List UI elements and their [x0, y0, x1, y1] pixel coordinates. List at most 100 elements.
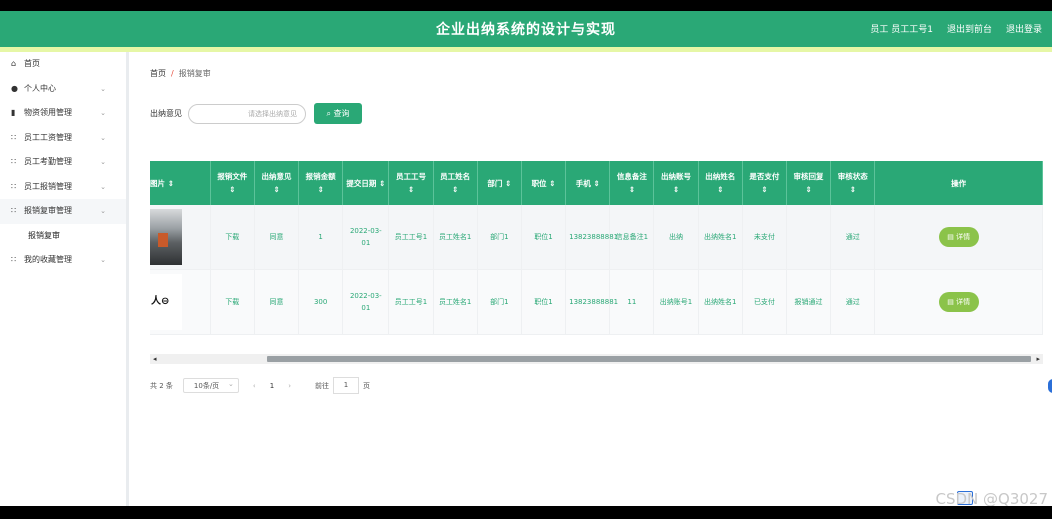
cell-cashier-no: 出纳	[653, 205, 699, 270]
file-download-link[interactable]: 下载	[210, 205, 255, 270]
grid-icon: ∷	[11, 132, 17, 142]
sidebar-item-review[interactable]: 报销复审	[0, 224, 126, 249]
sidebar-item-label: 员工考勤管理	[24, 157, 72, 166]
goto-page-input[interactable]: 1	[333, 377, 359, 394]
cell-position: 职位1	[521, 205, 567, 270]
image-cell: 人⊖	[150, 269, 211, 335]
grid-icon: ∷	[11, 206, 17, 215]
column-header[interactable]: 出纳姓名 ⇕	[698, 161, 743, 205]
search-icon: ⌕	[326, 109, 334, 118]
watermark: CSDN @Q3027	[935, 490, 1048, 506]
main-content: 首页 / 报销复审 出纳意见 请选择出纳意见 ⌕ 查询 图片 ⇕ 报销文件 ⇕ 出纳…	[129, 52, 1052, 506]
sidebar-item-reimbursement[interactable]: ∷ 员工报销管理 ⌄	[0, 175, 126, 200]
column-header[interactable]: 审核状态 ⇕	[830, 161, 876, 205]
scrollbar-thumb[interactable]	[267, 356, 1031, 362]
column-header[interactable]: 图片 ⇕	[150, 161, 211, 205]
user-icon: ●	[11, 83, 18, 93]
sidebar-item-attendance[interactable]: ∷ 员工考勤管理 ⌄	[0, 150, 126, 175]
sidebar-item-label: 我的收藏管理	[24, 255, 72, 264]
sidebar-item-review-management[interactable]: ∷ 报销复审管理 ⌄	[0, 199, 126, 224]
table-row: 下载 同意 1 2022-03-01 员工工号1 员工姓名1 部门1 职位1 1…	[150, 205, 1043, 270]
app-window: 企业出纳系统的设计与实现 员工 员工工号1 退出到前台 退出登录 ⌂ 首页 ● …	[0, 11, 1052, 506]
cell-status: 通过	[830, 205, 876, 270]
cell-actions: ▤ 详情	[874, 269, 1043, 335]
chevron-down-icon: ⌄	[100, 109, 106, 117]
detail-icon: ▤	[947, 233, 957, 241]
sidebar-item-label: 员工工资管理	[24, 132, 72, 142]
scroll-left-icon[interactable]: ◂	[153, 354, 157, 364]
grid-icon: ∷	[11, 255, 17, 264]
user-label: 员工 员工工号1	[870, 25, 933, 35]
chevron-down-icon: ⌄	[100, 158, 106, 166]
sidebar-item-home[interactable]: ⌂ 首页	[0, 52, 126, 77]
table-row: 人⊖ 下载 同意 300 2022-03-01 员工工号1 员工姓名1 部门1 …	[150, 269, 1043, 335]
prev-page-button[interactable]: ‹	[253, 382, 256, 390]
page-number[interactable]: 1	[270, 382, 274, 390]
top-actions: 员工 员工工号1 退出到前台 退出登录	[870, 22, 1042, 35]
column-header[interactable]: 职位 ⇕	[521, 161, 567, 205]
detail-button[interactable]: ▤ 详情	[938, 227, 979, 247]
table-header-row: 图片 ⇕ 报销文件 ⇕ 出纳意见 ⇕ 报销金额 ⇕ 提交日期 ⇕ 员工工号 ⇕ …	[150, 161, 1043, 205]
cell-phone: 13823888881	[565, 205, 618, 270]
goto-unit: 页	[363, 381, 370, 390]
chevron-down-icon: ⌄	[100, 84, 106, 93]
sidebar-item-salary[interactable]: ∷ 员工工资管理 ⌄	[0, 126, 126, 151]
chevron-down-icon: ⌄	[100, 256, 106, 264]
cell-actions: ▤ 详情	[874, 205, 1043, 270]
next-page-button[interactable]: ›	[288, 382, 291, 390]
chevron-down-icon: ⌄	[100, 182, 106, 191]
cell-paid: 已支付	[742, 269, 787, 335]
book-icon: ▮	[11, 108, 16, 117]
review-table: 图片 ⇕ 报销文件 ⇕ 出纳意见 ⇕ 报销金额 ⇕ 提交日期 ⇕ 员工工号 ⇕ …	[150, 161, 1043, 335]
logout-link[interactable]: 退出登录	[1006, 22, 1042, 35]
column-header[interactable]: 部门 ⇕	[477, 161, 522, 205]
search-bar: 出纳意见 请选择出纳意见 ⌕ 查询	[150, 103, 362, 124]
column-header[interactable]: 员工姓名 ⇕	[433, 161, 478, 205]
breadcrumb: 首页 / 报销复审	[150, 68, 211, 79]
page-size-select[interactable]: 10条/页	[182, 377, 239, 393]
cell-paid: 未支付	[742, 205, 787, 270]
column-header[interactable]: 手机 ⇕	[565, 161, 611, 205]
cell-emp-name: 员工姓名1	[433, 269, 478, 335]
cell-cashier-no: 出纳账号1	[653, 269, 699, 335]
column-header: 操作	[874, 161, 1043, 205]
search-label: 出纳意见	[150, 109, 182, 118]
office-photo-thumbnail[interactable]	[150, 209, 182, 265]
scroll-right-icon[interactable]: ▸	[1036, 354, 1040, 364]
text-image-thumbnail[interactable]: 人⊖	[150, 274, 182, 330]
column-header[interactable]: 是否支付 ⇕	[742, 161, 787, 205]
back-to-front-link[interactable]: 退出到前台	[947, 22, 992, 35]
column-header[interactable]: 报销文件 ⇕	[210, 161, 255, 205]
home-icon: ⌂	[11, 59, 17, 68]
column-header[interactable]: 报销金额 ⇕	[298, 161, 344, 205]
sidebar-item-materials[interactable]: ▮ 物资领用管理 ⌄	[0, 101, 126, 126]
horizontal-scrollbar[interactable]: ◂ ▸	[150, 354, 1043, 364]
breadcrumb-home[interactable]: 首页	[150, 69, 166, 78]
grid-icon: ∷	[11, 181, 17, 191]
column-header[interactable]: 审核回复 ⇕	[786, 161, 832, 205]
cell-date: 2022-03-01	[342, 269, 390, 335]
detail-icon: ▤	[947, 298, 957, 306]
cell-opinion: 同意	[254, 269, 300, 335]
column-header[interactable]: 提交日期 ⇕	[342, 161, 390, 205]
column-header[interactable]: 出纳意见 ⇕	[254, 161, 300, 205]
column-header[interactable]: 信息备注 ⇕	[609, 161, 655, 205]
cell-emp-name: 员工姓名1	[433, 205, 478, 270]
cashier-opinion-select[interactable]: 请选择出纳意见	[188, 103, 306, 124]
cell-cashier-name: 出纳姓名1	[698, 205, 743, 270]
detail-button[interactable]: ▤ 详情	[938, 292, 979, 312]
sidebar-item-profile[interactable]: ● 个人中心 ⌄	[0, 77, 126, 102]
total-count: 共 2 条	[150, 381, 173, 390]
cell-date: 2022-03-01	[342, 205, 390, 270]
image-cell	[150, 205, 211, 270]
column-header[interactable]: 员工工号 ⇕	[388, 161, 434, 205]
search-button-label: 查询	[333, 109, 350, 118]
search-button[interactable]: ⌕ 查询	[314, 103, 362, 124]
file-download-link[interactable]: 下载	[210, 269, 255, 335]
cell-dept: 部门1	[477, 205, 522, 270]
floating-widget-icon[interactable]	[1048, 379, 1052, 393]
sidebar-item-favorites[interactable]: ∷ 我的收藏管理 ⌄	[0, 248, 126, 273]
cell-phone: 13823888881	[565, 269, 618, 335]
column-header[interactable]: 出纳账号 ⇕	[653, 161, 699, 205]
goto-label: 前往	[315, 381, 329, 390]
